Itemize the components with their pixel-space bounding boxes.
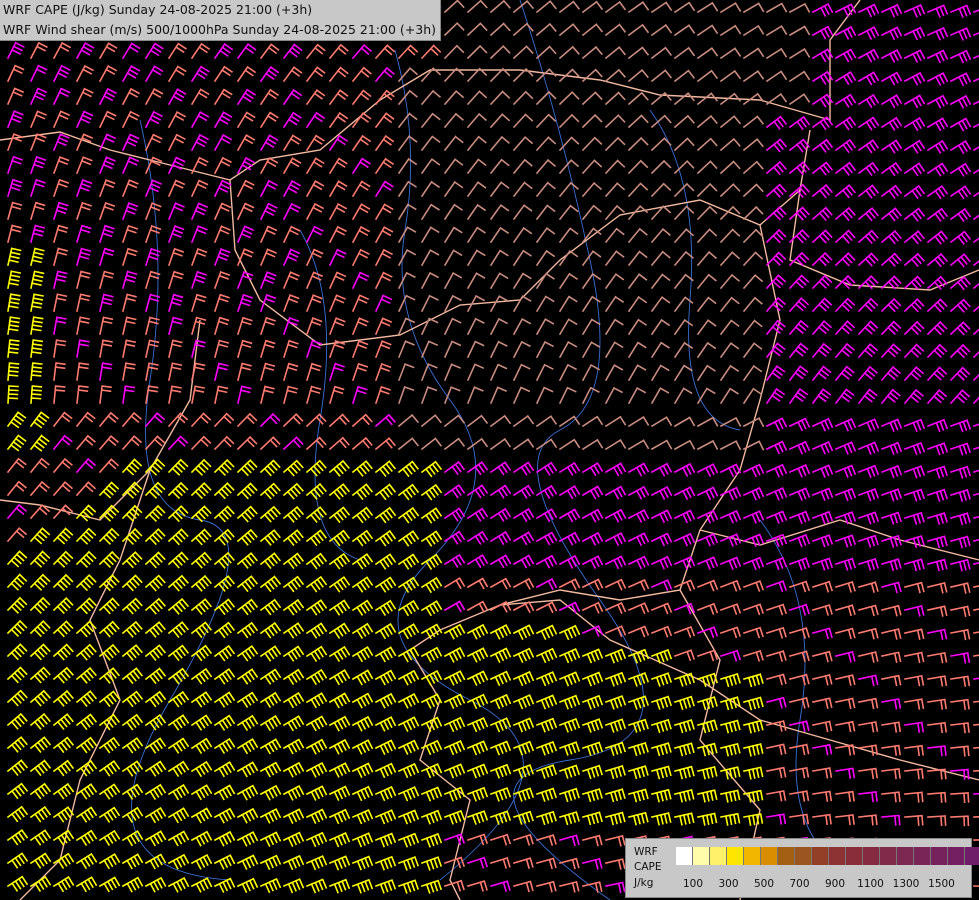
legend-tick-label: 300 (718, 878, 739, 890)
legend-swatch (710, 847, 727, 865)
legend-tick-label: 1500 (928, 878, 955, 890)
legend-tick-label: 1100 (857, 878, 884, 890)
legend-swatch (931, 847, 948, 865)
legend-swatch (897, 847, 914, 865)
legend-swatch (914, 847, 931, 865)
legend-tick-label: 700 (789, 878, 810, 890)
legend-swatch (693, 847, 710, 865)
legend-swatch (948, 847, 965, 865)
legend-tick-label: 100 (682, 878, 704, 890)
legend-swatch (880, 847, 897, 865)
legend-swatch (863, 847, 880, 865)
legend-swatch (761, 847, 778, 865)
legend-tick-label: 900 (824, 878, 846, 890)
legend-swatch (812, 847, 829, 865)
legend-swatch (744, 847, 761, 865)
legend-field-label: CAPE (634, 861, 662, 873)
cape-title: WRF CAPE (J/kg) Sunday 24-08-2025 21:00 … (3, 2, 313, 17)
wind-shear-title: WRF Wind shear (m/s) 500/1000hPa Sunday … (3, 22, 436, 37)
legend-swatch (727, 847, 744, 865)
weather-map (0, 0, 979, 900)
legend-swatch (829, 847, 846, 865)
legend-swatch (846, 847, 863, 865)
legend-tick-label: 500 (753, 878, 775, 890)
legend-swatch (795, 847, 812, 865)
legend-swatch (676, 847, 693, 865)
legend-swatch (778, 847, 795, 865)
legend-color-scale (676, 847, 979, 865)
map-title-box: WRF CAPE (J/kg) Sunday 24-08-2025 21:00 … (0, 0, 441, 41)
legend-model-label: WRF (634, 846, 658, 858)
legend-tick-label: 1300 (892, 878, 920, 890)
cape-legend: WRF CAPE J/kg 100 300 500 700 900 1100 1300 150… (625, 838, 979, 898)
legend-swatch (965, 847, 979, 865)
legend-unit-label: J/kg (634, 877, 654, 889)
